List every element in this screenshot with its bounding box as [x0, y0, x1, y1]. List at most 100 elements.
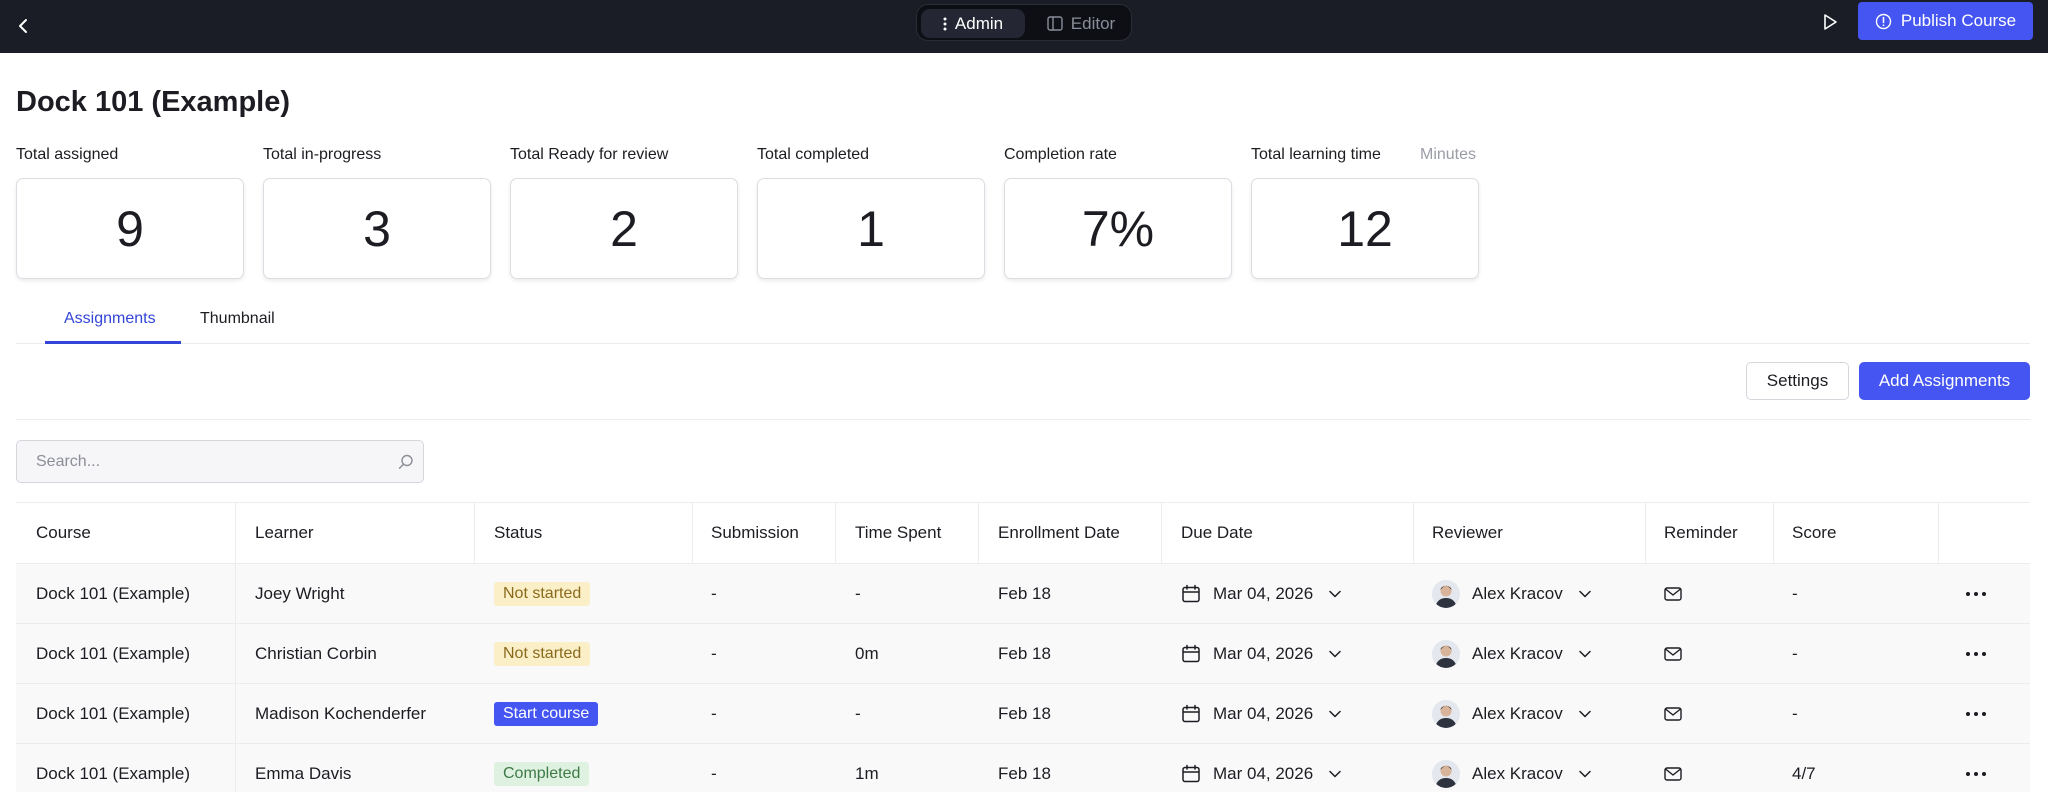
stat-card-ready-for-review: 2	[510, 178, 738, 279]
column-divider	[235, 624, 236, 683]
preview-button[interactable]	[1814, 6, 1846, 38]
column-divider	[1938, 503, 1939, 563]
play-icon	[1824, 14, 1837, 30]
due-date-picker[interactable]: Mar 04, 2026	[1181, 744, 1341, 792]
reviewer-name: Alex Kracov	[1472, 583, 1563, 603]
tab-thumbnail[interactable]: Thumbnail	[200, 310, 275, 328]
time-spent-cell: 1m	[855, 763, 879, 783]
tab-active-indicator	[45, 341, 181, 344]
reviewer-select[interactable]: Alex Kracov	[1432, 564, 1591, 623]
table-row[interactable]: Dock 101 (Example) Madison Kochenderfer …	[16, 684, 2030, 744]
column-divider	[978, 503, 979, 563]
learner-cell: Emma Davis	[255, 763, 352, 783]
due-date-value: Mar 04, 2026	[1213, 643, 1314, 663]
send-reminder-button[interactable]	[1664, 684, 1682, 743]
mode-admin-label: Admin	[954, 13, 1004, 33]
learner-cell: Madison Kochenderfer	[255, 703, 427, 723]
course-cell: Dock 101 (Example)	[36, 583, 191, 603]
enrollment-date-cell: Feb 18	[998, 763, 1051, 783]
table-row[interactable]: Dock 101 (Example) Christian Corbin Not …	[16, 624, 2030, 684]
chevron-down-icon	[1329, 770, 1341, 777]
reviewer-select[interactable]: Alex Kracov	[1432, 684, 1591, 743]
course-cell: Dock 101 (Example)	[36, 703, 191, 723]
stat-card-total-assigned: 9	[16, 178, 244, 279]
enrollment-date-cell: Feb 18	[998, 583, 1051, 603]
time-spent-cell: 0m	[855, 643, 879, 663]
reviewer-name: Alex Kracov	[1472, 703, 1563, 723]
column-header-reminder: Reminder	[1664, 523, 1738, 542]
row-actions-button[interactable]	[1966, 684, 1986, 743]
column-divider	[835, 503, 836, 563]
score-cell: -	[1792, 583, 1798, 603]
column-divider	[1773, 503, 1774, 563]
column-divider	[1161, 503, 1162, 563]
stat-value: 9	[116, 200, 144, 257]
column-divider	[235, 503, 236, 563]
status-badge: Not started	[494, 581, 591, 606]
mode-switch: Admin Editor	[916, 4, 1132, 41]
time-spent-cell: -	[855, 703, 861, 723]
publish-course-button[interactable]: Publish Course	[1858, 2, 2033, 40]
stat-card-total-learning-time: 12	[1251, 178, 1479, 279]
chevron-down-icon	[1578, 590, 1591, 597]
info-icon	[1875, 13, 1892, 29]
avatar	[1432, 759, 1460, 788]
enrollment-date-cell: Feb 18	[998, 643, 1051, 663]
calendar-icon	[1182, 644, 1200, 662]
status-badge: Not started	[494, 641, 591, 666]
start-course-button[interactable]: Start course	[494, 701, 599, 726]
reviewer-name: Alex Kracov	[1472, 643, 1563, 663]
learner-cell: Joey Wright	[255, 583, 345, 603]
row-actions-button[interactable]	[1966, 624, 1986, 683]
learner-cell: Christian Corbin	[255, 643, 377, 663]
reviewer-select[interactable]: Alex Kracov	[1432, 744, 1591, 792]
stat-label-total-completed: Total completed	[757, 146, 870, 163]
due-date-value: Mar 04, 2026	[1213, 583, 1314, 603]
score-cell: -	[1792, 643, 1798, 663]
mail-icon	[1664, 766, 1682, 781]
column-header-submission: Submission	[711, 523, 799, 542]
due-date-picker[interactable]: Mar 04, 2026	[1181, 624, 1341, 683]
submission-cell: -	[711, 643, 717, 663]
due-date-value: Mar 04, 2026	[1213, 763, 1314, 783]
mail-icon	[1664, 646, 1682, 661]
tab-assignments[interactable]: Assignments	[64, 310, 156, 328]
due-date-value: Mar 04, 2026	[1213, 703, 1314, 723]
stat-label-ready-for-review: Total Ready for review	[510, 146, 669, 163]
column-header-due-date: Due Date	[1181, 523, 1253, 542]
back-button[interactable]	[8, 10, 40, 42]
add-assignments-button[interactable]: Add Assignments	[1859, 362, 2030, 400]
stat-label-total-in-progress: Total in-progress	[263, 146, 382, 163]
search-input[interactable]	[18, 442, 378, 481]
due-date-picker[interactable]: Mar 04, 2026	[1181, 564, 1341, 623]
column-divider	[235, 684, 236, 743]
send-reminder-button[interactable]	[1664, 744, 1682, 792]
actions-divider	[16, 419, 2030, 420]
row-actions-button[interactable]	[1966, 744, 1986, 792]
table-row[interactable]: Dock 101 (Example) Emma Davis Completed …	[16, 744, 2030, 792]
due-date-picker[interactable]: Mar 04, 2026	[1181, 684, 1341, 743]
stat-card-total-completed: 1	[757, 178, 985, 279]
row-actions-button[interactable]	[1966, 564, 1986, 623]
table-row[interactable]: Dock 101 (Example) Joey Wright Not start…	[16, 564, 2030, 624]
column-divider	[235, 744, 236, 792]
more-vertical-icon	[943, 17, 947, 30]
chevron-down-icon	[1329, 710, 1341, 717]
search-icon[interactable]	[397, 453, 415, 471]
send-reminder-button[interactable]	[1664, 624, 1682, 683]
status-cell: Start course	[494, 684, 599, 743]
mode-editor-button[interactable]: Editor	[1033, 9, 1129, 38]
stat-label-completion-rate: Completion rate	[1004, 146, 1117, 163]
column-divider	[1413, 503, 1414, 563]
mode-admin-button[interactable]: Admin	[921, 9, 1025, 38]
page-title: Dock 101 (Example)	[16, 86, 291, 118]
submission-cell: -	[711, 583, 717, 603]
send-reminder-button[interactable]	[1664, 564, 1682, 623]
stat-value: 1	[857, 200, 885, 257]
status-cell: Not started	[494, 564, 591, 623]
reviewer-select[interactable]: Alex Kracov	[1432, 624, 1591, 683]
avatar	[1432, 699, 1460, 728]
course-cell: Dock 101 (Example)	[36, 643, 191, 663]
settings-button[interactable]: Settings	[1746, 362, 1849, 400]
column-header-learner: Learner	[255, 523, 314, 542]
